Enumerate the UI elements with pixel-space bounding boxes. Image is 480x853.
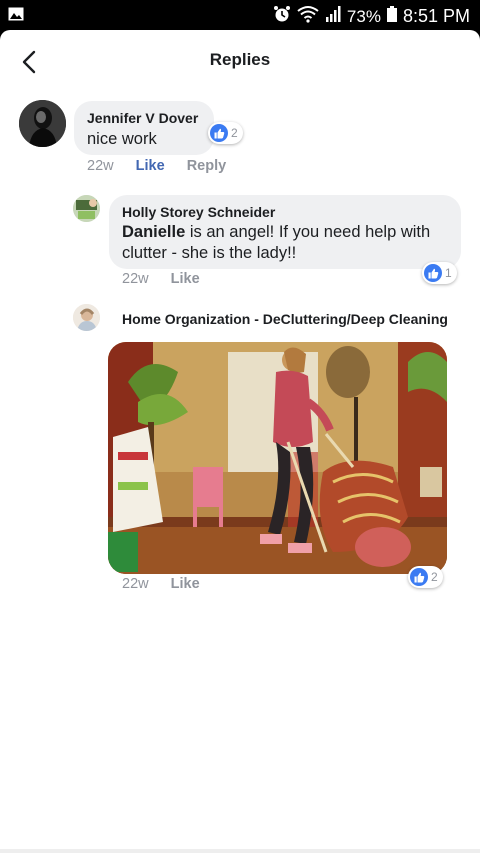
- comment-mention[interactable]: Danielle: [122, 223, 185, 241]
- reaction-number: 2: [231, 126, 238, 140]
- like-button[interactable]: Like: [171, 271, 200, 287]
- signal-icon: [325, 6, 341, 27]
- comment-text: Danielle is an angel! If you need help w…: [122, 222, 452, 264]
- battery-icon: [386, 6, 397, 27]
- thumbs-up-icon: [410, 568, 428, 586]
- status-bar: 73% 8:51 PM: [0, 0, 480, 30]
- thumbs-up-icon: [210, 124, 228, 142]
- reply-button[interactable]: Reply: [187, 158, 227, 174]
- avatar[interactable]: [19, 100, 66, 147]
- replies-sheet: Replies Jennifer V Dover nice work 2 22w…: [0, 30, 480, 853]
- alarm-icon: [273, 5, 291, 28]
- avatar[interactable]: [73, 304, 100, 331]
- header: Replies: [0, 30, 480, 92]
- reaction-count[interactable]: 2: [208, 122, 243, 144]
- comment-bubble[interactable]: Jennifer V Dover nice work: [74, 101, 214, 155]
- reaction-number: 2: [431, 570, 438, 584]
- divider: [0, 849, 480, 853]
- comment-timestamp: 22w: [87, 158, 114, 174]
- comment-text: nice work: [87, 130, 157, 148]
- page-title: Replies: [209, 50, 271, 69]
- image-icon: [8, 6, 24, 26]
- reaction-number: 1: [445, 266, 452, 280]
- like-button[interactable]: Like: [171, 576, 200, 592]
- comment-author[interactable]: Home Organization - DeCluttering/Deep Cl…: [122, 311, 448, 327]
- comment-timestamp: 22w: [122, 271, 149, 287]
- like-button[interactable]: Like: [136, 158, 165, 174]
- wifi-icon: [297, 5, 319, 28]
- comment-meta: 22w Like: [122, 576, 218, 592]
- comment-author[interactable]: Holly Storey Schneider: [122, 204, 275, 220]
- thumbs-up-icon: [424, 264, 442, 282]
- reaction-count[interactable]: 2: [408, 566, 443, 588]
- avatar[interactable]: [73, 195, 100, 222]
- comment-meta: 22w Like Reply: [87, 158, 244, 174]
- gif-image[interactable]: [108, 342, 447, 574]
- comment-timestamp: 22w: [122, 576, 149, 592]
- comment-meta: 22w Like: [122, 271, 218, 287]
- reaction-count[interactable]: 1: [422, 262, 457, 284]
- battery-percent: 73%: [346, 6, 381, 26]
- comment-author[interactable]: Jennifer V Dover: [87, 110, 198, 126]
- clock-time: 8:51 PM: [402, 6, 470, 26]
- comment-bubble[interactable]: Holly Storey Schneider Danielle is an an…: [109, 195, 461, 269]
